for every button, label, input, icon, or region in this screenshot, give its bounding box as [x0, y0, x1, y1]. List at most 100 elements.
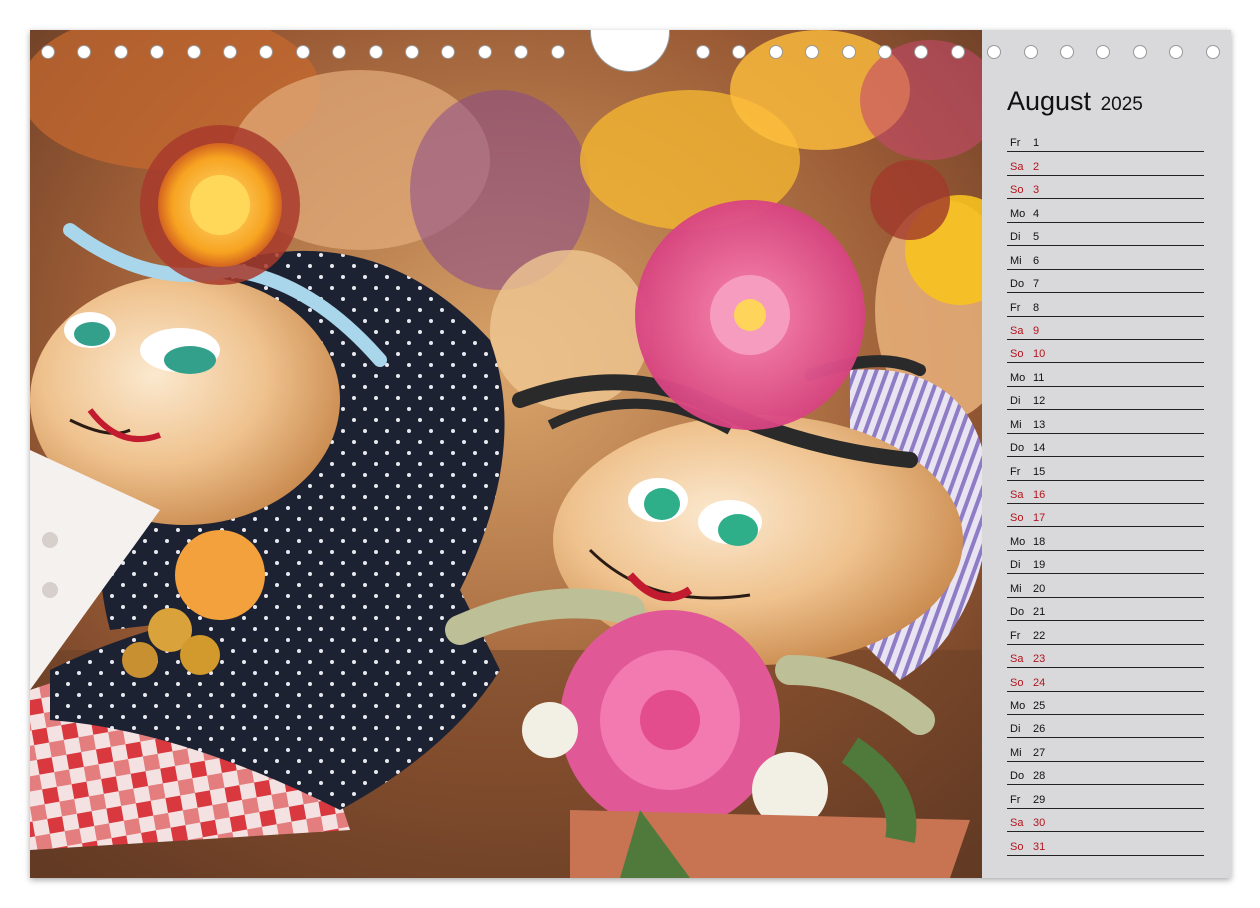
day-row: So 10 — [1007, 340, 1204, 364]
day-row: So 3 — [1007, 176, 1204, 200]
weekday-label: Mo — [1010, 699, 1026, 712]
weekday-label: Fr — [1010, 137, 1021, 150]
day-row: Do 7 — [1007, 270, 1204, 294]
day-number: 16 — [1033, 489, 1046, 501]
binding-hole — [950, 45, 965, 59]
weekday-label: So — [1010, 348, 1024, 361]
day-number: 18 — [1033, 535, 1046, 548]
binding-hole — [186, 45, 201, 59]
weekday-label: Fr — [1010, 465, 1021, 478]
day-number: 29 — [1033, 793, 1046, 806]
binding-hole — [295, 45, 310, 59]
day-number: 14 — [1033, 442, 1046, 455]
day-number: 21 — [1033, 606, 1046, 619]
day-row: So 17 — [1007, 504, 1204, 528]
day-number: 27 — [1033, 746, 1046, 759]
day-row: Di 12 — [1007, 387, 1204, 411]
day-number: 25 — [1033, 699, 1046, 712]
weekday-label: Do — [1010, 606, 1025, 619]
binding-hole — [768, 45, 783, 59]
day-number: 31 — [1033, 840, 1046, 853]
weekday-label: Do — [1010, 770, 1025, 783]
binding-hole — [113, 45, 128, 59]
weekday-label: Mi — [1010, 582, 1022, 595]
day-number: 13 — [1033, 418, 1046, 431]
day-row: Mo 4 — [1007, 199, 1204, 223]
day-row: Mo 25 — [1007, 692, 1204, 715]
day-row: So 31 — [1007, 832, 1204, 856]
binding-hole — [477, 45, 492, 59]
day-row: Mi 27 — [1007, 738, 1204, 762]
weekday-label: So — [1010, 676, 1024, 689]
day-row: Do 21 — [1007, 598, 1204, 622]
month-name: August — [1007, 86, 1092, 116]
weekday-label: Fr — [1010, 301, 1021, 314]
day-number: 8 — [1033, 301, 1040, 314]
day-row: Mi 20 — [1007, 574, 1204, 598]
day-number: 26 — [1033, 723, 1046, 736]
binding-hole — [1060, 45, 1074, 59]
weekday-label: Di — [1010, 559, 1021, 572]
photo-illustration — [30, 30, 982, 878]
weekday-label: Di — [1010, 723, 1021, 736]
day-row: Sa 16 — [1007, 481, 1204, 504]
binding-hole — [696, 45, 710, 59]
day-row: Fr 1 — [1007, 129, 1204, 153]
binding-hole — [1023, 45, 1038, 59]
day-number: 11 — [1033, 371, 1045, 384]
day-row: Mo 11 — [1007, 363, 1204, 387]
day-row: Di 19 — [1007, 551, 1204, 575]
weekday-label: So — [1010, 840, 1024, 853]
binding-hole — [841, 45, 856, 59]
day-number: 6 — [1033, 254, 1040, 267]
day-number: 28 — [1033, 770, 1046, 783]
binding-hole — [405, 45, 419, 59]
weekday-label: Di — [1010, 395, 1021, 408]
day-number: 19 — [1033, 559, 1046, 572]
day-number: 15 — [1033, 465, 1046, 478]
day-number: 10 — [1033, 348, 1046, 361]
day-number: 7 — [1033, 278, 1040, 291]
day-number: 9 — [1033, 324, 1040, 337]
weekday-label: Sa — [1010, 489, 1024, 501]
day-row: Do 14 — [1007, 434, 1204, 458]
day-row: So 24 — [1007, 668, 1204, 692]
onion-dolls-photo — [30, 30, 982, 878]
weekday-label: Sa — [1010, 817, 1024, 830]
day-row: Sa 23 — [1007, 645, 1204, 669]
day-number: 24 — [1033, 676, 1046, 689]
weekday-label: Fr — [1010, 793, 1021, 806]
day-row: Fr 15 — [1007, 457, 1204, 481]
weekday-label: Mo — [1010, 371, 1026, 384]
weekday-label: Mi — [1010, 746, 1022, 759]
day-row: Mi 6 — [1007, 246, 1204, 270]
day-number: 4 — [1033, 207, 1040, 220]
day-row: Mo 18 — [1007, 527, 1204, 551]
calendar-sidebar: August 2025 Fr 1 Sa 2 So 3 Mo 4 Di 5 Mi 6 Do 7 Fr 8 Sa 9 S… — [982, 30, 1231, 878]
binding-hole — [1205, 45, 1220, 59]
day-row: Sa 9 — [1007, 317, 1204, 340]
day-number: 2 — [1033, 160, 1040, 173]
weekday-label: Fr — [1010, 629, 1021, 642]
binding-hole — [223, 45, 237, 59]
day-row: Fr 22 — [1007, 621, 1204, 645]
weekday-label: So — [1010, 184, 1024, 197]
day-list: Fr 1 Sa 2 So 3 Mo 4 Di 5 Mi 6 Do 7 Fr 8 Sa 9 So 10 Mo 11 Di 12 M… — [1007, 129, 1204, 856]
month-title: August 2025 — [1007, 86, 1143, 117]
binding-hole — [1132, 45, 1147, 59]
binding-hole — [368, 45, 383, 59]
day-row: Mi 13 — [1007, 410, 1204, 434]
binding-hole — [878, 45, 892, 59]
day-number: 12 — [1033, 395, 1046, 408]
day-number: 22 — [1033, 629, 1046, 642]
year-label: 2025 — [1100, 94, 1143, 115]
weekday-label: Sa — [1010, 324, 1024, 337]
day-row: Di 5 — [1007, 223, 1204, 247]
day-number: 1 — [1033, 137, 1040, 150]
day-number: 20 — [1033, 582, 1046, 595]
weekday-label: Sa — [1010, 160, 1024, 173]
weekday-label: Do — [1010, 278, 1025, 291]
weekday-label: Mi — [1010, 254, 1022, 267]
binding-hole — [550, 45, 565, 59]
day-number: 23 — [1033, 653, 1046, 666]
